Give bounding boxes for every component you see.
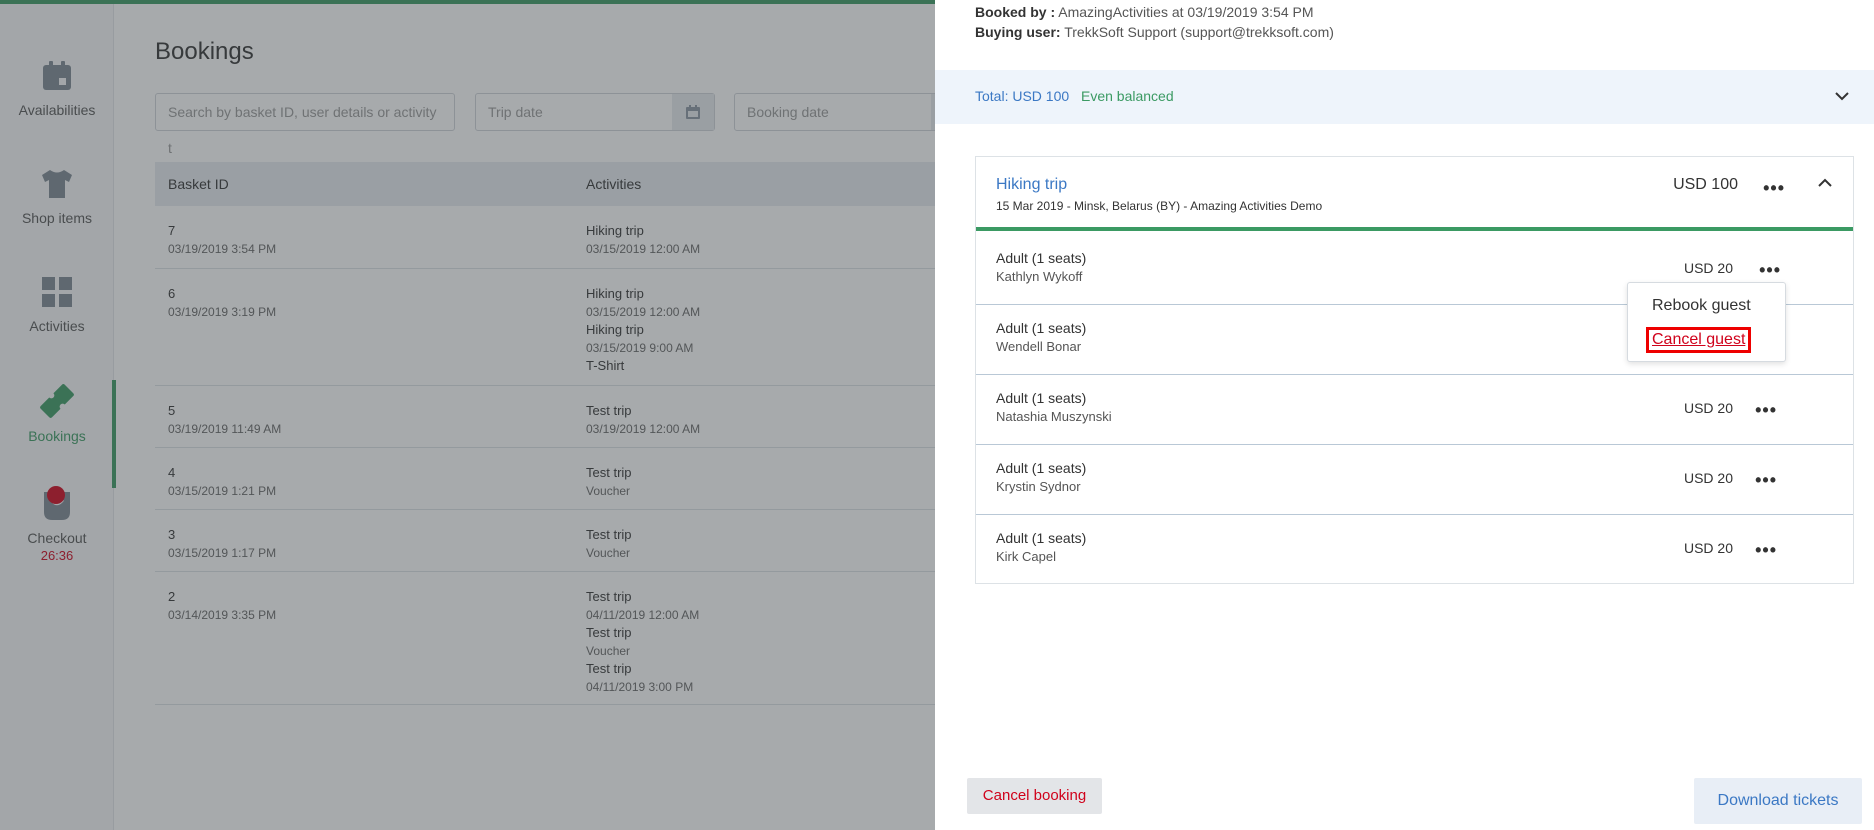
guest-ticket-type: Adult (1 seats)	[996, 460, 1087, 476]
more-options-icon[interactable]: •••	[1755, 541, 1777, 559]
trip-card: Hiking trip 15 Mar 2019 - Minsk, Belarus…	[975, 156, 1854, 584]
guest-ticket-type: Adult (1 seats)	[996, 390, 1087, 406]
more-options-icon[interactable]: •••	[1763, 179, 1785, 197]
download-tickets-button[interactable]: Download tickets	[1694, 778, 1862, 824]
trip-title[interactable]: Hiking trip	[996, 176, 1067, 194]
buying-user: Buying user: TrekkSoft Support (support@…	[975, 24, 1334, 40]
total-amount: Total: USD 100	[975, 88, 1070, 104]
booking-detail-drawer: Booked by : AmazingActivities at 03/19/2…	[935, 0, 1874, 830]
buying-user-value: TrekkSoft Support (support@trekksoft.com…	[1064, 24, 1334, 40]
guest-price: USD 20	[1683, 260, 1733, 276]
balance-status: Even balanced	[1081, 88, 1174, 104]
guest-name: Kathlyn Wykoff	[996, 269, 1083, 284]
guest-ticket-type: Adult (1 seats)	[996, 320, 1087, 336]
guest-ticket-type: Adult (1 seats)	[996, 250, 1087, 266]
guest-price: USD 20	[1683, 400, 1733, 416]
guest-name: Kirk Capel	[996, 549, 1056, 564]
chevron-up-icon[interactable]	[1817, 175, 1833, 191]
total-summary-bar[interactable]: Total: USD 100 Even balanced	[935, 70, 1874, 124]
guest-price: USD 20	[1683, 470, 1733, 486]
guest-row: Adult (1 seats) Krystin Sydnor USD 20 ••…	[976, 445, 1853, 515]
chevron-down-icon[interactable]	[1834, 88, 1850, 104]
guest-row: Adult (1 seats) Natashia Muszynski USD 2…	[976, 375, 1853, 445]
guest-actions-menu: Rebook guest Cancel guest	[1627, 282, 1786, 362]
trip-subtitle: 15 Mar 2019 - Minsk, Belarus (BY) - Amaz…	[996, 199, 1323, 213]
modal-backdrop[interactable]	[0, 0, 935, 830]
trip-price: USD 100	[1673, 176, 1738, 193]
cancel-booking-button[interactable]: Cancel booking	[967, 778, 1102, 814]
booked-by-label: Booked by :	[975, 4, 1056, 20]
guest-name: Wendell Bonar	[996, 339, 1082, 354]
guest-name: Natashia Muszynski	[996, 409, 1112, 424]
rebook-guest-menu-item[interactable]: Rebook guest	[1652, 297, 1751, 315]
buying-user-label: Buying user:	[975, 24, 1061, 40]
more-options-icon[interactable]: •••	[1755, 471, 1777, 489]
more-options-icon[interactable]: •••	[1759, 261, 1781, 279]
guest-row: Adult (1 seats) Kirk Capel USD 20 •••	[976, 515, 1853, 585]
cancel-guest-menu-item[interactable]: Cancel guest	[1646, 327, 1752, 353]
booked-by: Booked by : AmazingActivities at 03/19/2…	[975, 4, 1314, 20]
guest-price: USD 20	[1683, 540, 1733, 556]
guest-name: Krystin Sydnor	[996, 479, 1081, 494]
trip-card-header: Hiking trip 15 Mar 2019 - Minsk, Belarus…	[976, 157, 1853, 231]
more-options-icon[interactable]: •••	[1755, 401, 1777, 419]
guest-ticket-type: Adult (1 seats)	[996, 530, 1087, 546]
booked-by-value: AmazingActivities at 03/19/2019 3:54 PM	[1058, 4, 1314, 20]
